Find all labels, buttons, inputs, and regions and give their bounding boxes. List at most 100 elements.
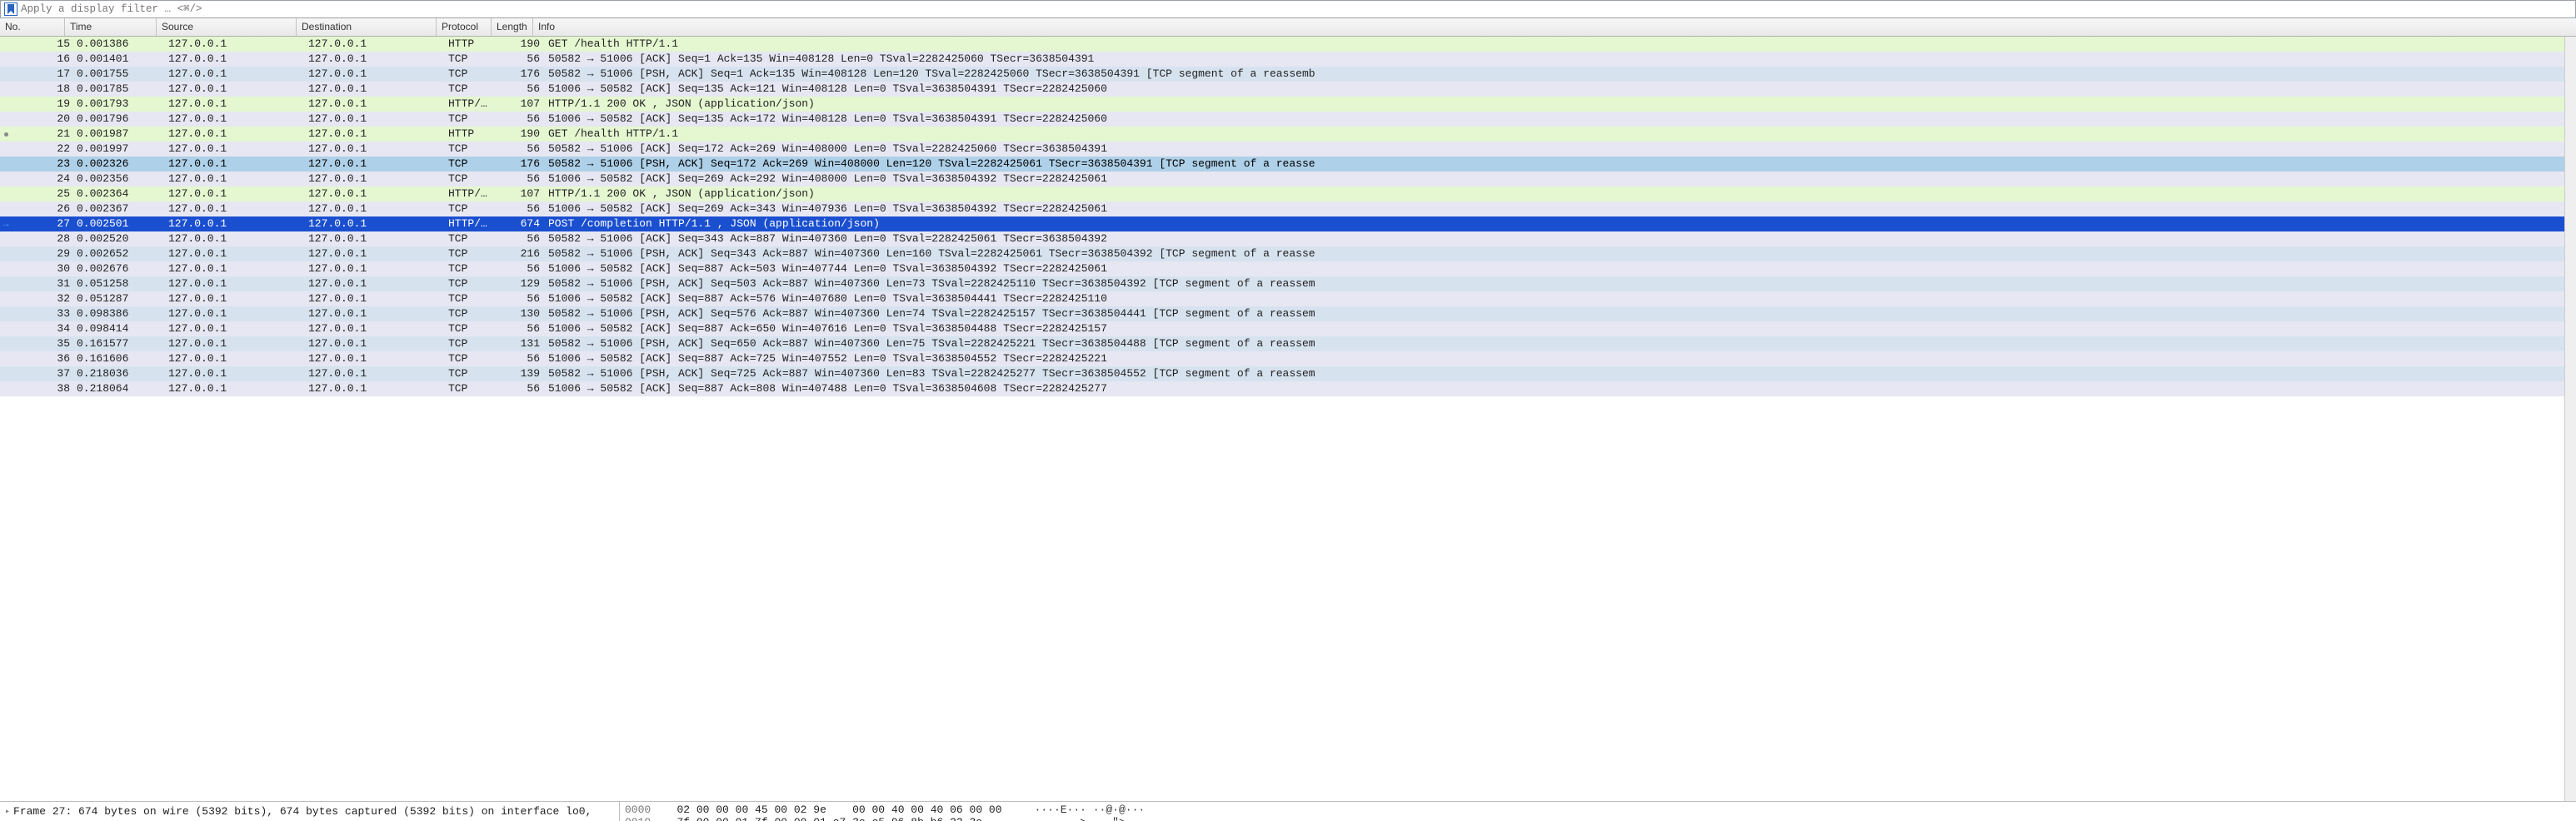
row-gutter <box>0 276 12 291</box>
cell-protocol: TCP <box>448 246 503 261</box>
packet-row[interactable]: 340.098414127.0.0.1127.0.0.1TCP5651006 →… <box>0 321 2576 336</box>
packet-row[interactable]: 300.002676127.0.0.1127.0.0.1TCP5651006 →… <box>0 261 2576 276</box>
packet-row[interactable]: 190.001793127.0.0.1127.0.0.1HTTP/…107HTT… <box>0 97 2576 112</box>
packet-row[interactable]: →270.002501127.0.0.1127.0.0.1HTTP/…674PO… <box>0 216 2576 231</box>
row-gutter <box>0 97 12 112</box>
cell-time: 0.161606 <box>77 351 168 366</box>
cell-no: 28 <box>12 231 77 246</box>
expand-chevron-icon[interactable]: ▸ <box>5 807 10 817</box>
display-filter-bar[interactable] <box>0 0 2576 18</box>
packet-row[interactable]: 260.002367127.0.0.1127.0.0.1TCP5651006 →… <box>0 202 2576 216</box>
cell-no: 18 <box>12 82 77 97</box>
cell-destination: 127.0.0.1 <box>308 37 448 52</box>
header-destination[interactable]: Destination <box>297 18 437 36</box>
cell-info: 51006 → 50582 [ACK] Seq=887 Ack=650 Win=… <box>545 321 2576 336</box>
cell-destination: 127.0.0.1 <box>308 231 448 246</box>
packet-row[interactable]: 230.002326127.0.0.1127.0.0.1TCP17650582 … <box>0 157 2576 172</box>
cell-destination: 127.0.0.1 <box>308 246 448 261</box>
cell-length: 56 <box>503 291 545 306</box>
cell-no: 34 <box>12 321 77 336</box>
cell-length: 216 <box>503 246 545 261</box>
row-gutter: → <box>0 216 12 231</box>
row-gutter <box>0 381 12 396</box>
cell-source: 127.0.0.1 <box>168 97 308 112</box>
packet-details-pane[interactable]: ▸ Frame 27: 674 bytes on wire (5392 bits… <box>0 802 620 821</box>
cell-destination: 127.0.0.1 <box>308 112 448 127</box>
cell-protocol: TCP <box>448 157 503 172</box>
packet-list[interactable]: 150.001386127.0.0.1127.0.0.1HTTP190GET /… <box>0 37 2576 801</box>
cell-time: 0.001755 <box>77 67 168 82</box>
cell-time: 0.001401 <box>77 52 168 67</box>
cell-no: 26 <box>12 202 77 216</box>
cell-info: 50582 → 51006 [PSH, ACK] Seq=1 Ack=135 W… <box>545 67 2576 82</box>
cell-no: 31 <box>12 276 77 291</box>
cell-time: 0.001386 <box>77 37 168 52</box>
cell-no: 30 <box>12 261 77 276</box>
cell-destination: 127.0.0.1 <box>308 366 448 381</box>
cell-destination: 127.0.0.1 <box>308 202 448 216</box>
packet-list-header[interactable]: No. Time Source Destination Protocol Len… <box>0 18 2576 37</box>
header-info[interactable]: Info <box>533 18 2576 36</box>
cell-time: 0.001997 <box>77 142 168 157</box>
cell-length: 56 <box>503 321 545 336</box>
packet-row[interactable]: 170.001755127.0.0.1127.0.0.1TCP17650582 … <box>0 67 2576 82</box>
header-length[interactable]: Length <box>492 18 533 36</box>
header-source[interactable]: Source <box>157 18 297 36</box>
bookmark-filter-icon[interactable] <box>4 2 17 16</box>
cell-protocol: TCP <box>448 306 503 321</box>
header-time[interactable]: Time <box>65 18 157 36</box>
cell-info: HTTP/1.1 200 OK , JSON (application/json… <box>545 97 2576 112</box>
cell-info: 50582 → 51006 [PSH, ACK] Seq=725 Ack=887… <box>545 366 2576 381</box>
packet-row[interactable]: 200.001796127.0.0.1127.0.0.1TCP5651006 →… <box>0 112 2576 127</box>
packet-bytes-pane[interactable]: 0000 02 00 00 00 45 00 02 9e 00 00 40 00… <box>620 802 2576 821</box>
cell-no: 38 <box>12 381 77 396</box>
cell-destination: 127.0.0.1 <box>308 67 448 82</box>
display-filter-input[interactable] <box>21 3 2564 15</box>
cell-protocol: HTTP/… <box>448 187 503 202</box>
header-no[interactable]: No. <box>0 18 65 36</box>
cell-time: 0.001793 <box>77 97 168 112</box>
packet-row[interactable]: 330.098386127.0.0.1127.0.0.1TCP13050582 … <box>0 306 2576 321</box>
packet-row[interactable]: 370.218036127.0.0.1127.0.0.1TCP13950582 … <box>0 366 2576 381</box>
cell-length: 56 <box>503 202 545 216</box>
row-gutter <box>0 202 12 216</box>
packet-row[interactable]: 220.001997127.0.0.1127.0.0.1TCP5650582 →… <box>0 142 2576 157</box>
row-gutter <box>0 52 12 67</box>
packet-row[interactable]: 150.001386127.0.0.1127.0.0.1HTTP190GET /… <box>0 37 2576 52</box>
cell-protocol: TCP <box>448 366 503 381</box>
packet-row[interactable]: 280.002520127.0.0.1127.0.0.1TCP5650582 →… <box>0 231 2576 246</box>
packet-row[interactable]: 310.051258127.0.0.1127.0.0.1TCP12950582 … <box>0 276 2576 291</box>
packet-row[interactable]: 320.051287127.0.0.1127.0.0.1TCP5651006 →… <box>0 291 2576 306</box>
packet-row[interactable]: 250.002364127.0.0.1127.0.0.1HTTP/…107HTT… <box>0 187 2576 202</box>
cell-protocol: TCP <box>448 142 503 157</box>
packet-row[interactable]: 240.002356127.0.0.1127.0.0.1TCP5651006 →… <box>0 172 2576 187</box>
row-gutter <box>0 112 12 127</box>
cell-source: 127.0.0.1 <box>168 216 308 231</box>
cell-source: 127.0.0.1 <box>168 67 308 82</box>
cell-length: 190 <box>503 127 545 142</box>
packet-row[interactable]: 160.001401127.0.0.1127.0.0.1TCP5650582 →… <box>0 52 2576 67</box>
cell-destination: 127.0.0.1 <box>308 291 448 306</box>
cell-source: 127.0.0.1 <box>168 291 308 306</box>
cell-time: 0.002520 <box>77 231 168 246</box>
cell-info: 50582 → 51006 [PSH, ACK] Seq=343 Ack=887… <box>545 246 2576 261</box>
cell-source: 127.0.0.1 <box>168 366 308 381</box>
packet-row[interactable]: 350.161577127.0.0.1127.0.0.1TCP13150582 … <box>0 336 2576 351</box>
header-protocol[interactable]: Protocol <box>437 18 492 36</box>
packet-row[interactable]: 210.001987127.0.0.1127.0.0.1HTTP190GET /… <box>0 127 2576 142</box>
cell-info: 51006 → 50582 [ACK] Seq=887 Ack=725 Win=… <box>545 351 2576 366</box>
cell-no: 32 <box>12 291 77 306</box>
packet-row[interactable]: 180.001785127.0.0.1127.0.0.1TCP5651006 →… <box>0 82 2576 97</box>
cell-destination: 127.0.0.1 <box>308 82 448 97</box>
vertical-scrollbar[interactable] <box>2564 37 2576 801</box>
cell-protocol: HTTP/… <box>448 97 503 112</box>
packet-row[interactable]: 380.218064127.0.0.1127.0.0.1TCP5651006 →… <box>0 381 2576 396</box>
cell-no: 21 <box>12 127 77 142</box>
packet-row[interactable]: 290.002652127.0.0.1127.0.0.1TCP21650582 … <box>0 246 2576 261</box>
cell-length: 56 <box>503 351 545 366</box>
cell-no: 17 <box>12 67 77 82</box>
cell-info: HTTP/1.1 200 OK , JSON (application/json… <box>545 187 2576 202</box>
packet-row[interactable]: 360.161606127.0.0.1127.0.0.1TCP5651006 →… <box>0 351 2576 366</box>
cell-destination: 127.0.0.1 <box>308 172 448 187</box>
row-gutter <box>0 336 12 351</box>
